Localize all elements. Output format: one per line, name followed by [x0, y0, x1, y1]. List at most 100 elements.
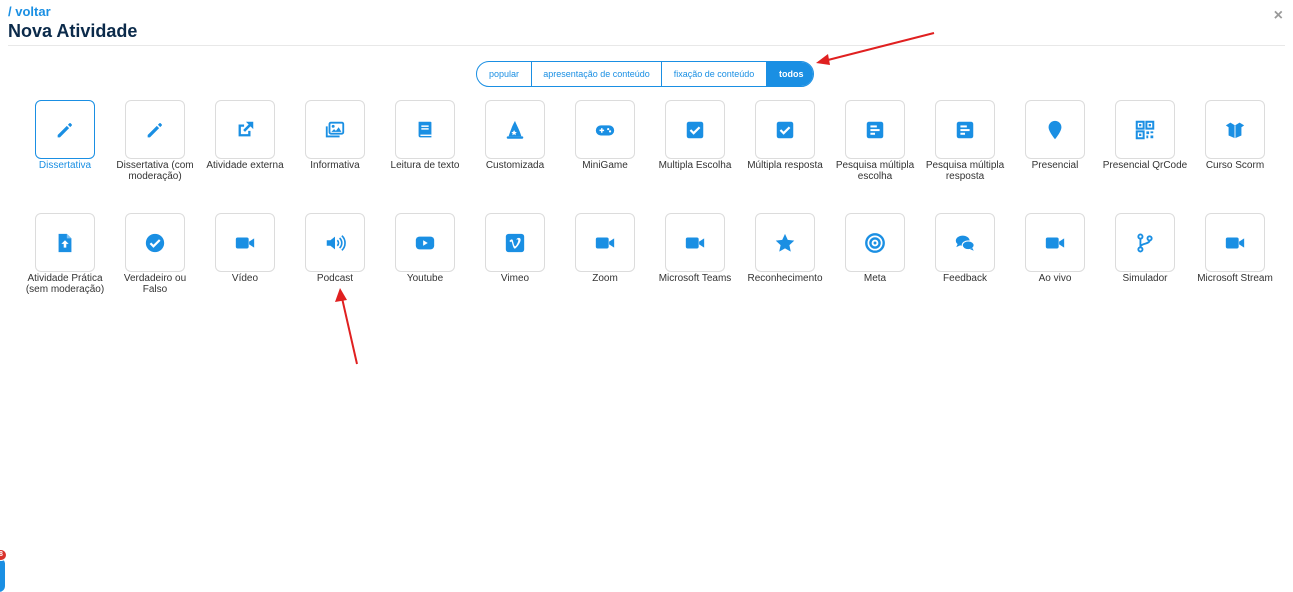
- activity-label: Pesquisa múltipla resposta: [925, 160, 1005, 182]
- youtube-icon: [414, 232, 436, 254]
- activity-dissertativa[interactable]: Dissertativa: [20, 100, 110, 213]
- activity-tile[interactable]: [125, 213, 185, 272]
- activity-tile[interactable]: [305, 100, 365, 159]
- activity-youtube[interactable]: Youtube: [380, 213, 470, 326]
- activity-tile[interactable]: [395, 213, 455, 272]
- activity-tile[interactable]: [755, 100, 815, 159]
- activity-tile[interactable]: [215, 100, 275, 159]
- vimeo-icon: [504, 232, 526, 254]
- activity-tile[interactable]: [1025, 213, 1085, 272]
- activity-verdadeiro-ou-falso[interactable]: Verdadeiro ou Falso: [110, 213, 200, 326]
- video-icon: [234, 232, 256, 254]
- activity-row: Dissertativa Dissertativa (com moderação)…: [20, 100, 1280, 213]
- activity-tile[interactable]: [485, 100, 545, 159]
- activity-label: Pesquisa múltipla escolha: [835, 160, 915, 182]
- activity-label: Customizada: [485, 160, 545, 171]
- side-tab[interactable]: [0, 558, 5, 592]
- star-icon: [774, 232, 796, 254]
- activity-dissertativa-com-moderacao[interactable]: Dissertativa (com moderação): [110, 100, 200, 213]
- header: / voltar Nova Atividade: [8, 5, 137, 42]
- activity-presencial-qrcode[interactable]: Presencial QrCode: [1100, 100, 1190, 213]
- activity-tile[interactable]: [755, 213, 815, 272]
- activity-tile[interactable]: [35, 100, 95, 159]
- activity-minigame[interactable]: MiniGame: [560, 100, 650, 213]
- back-link[interactable]: / voltar: [8, 5, 137, 19]
- activity-label: Youtube: [406, 273, 444, 284]
- check-square-icon: [774, 119, 796, 141]
- activity-atividade-externa[interactable]: Atividade externa: [200, 100, 290, 213]
- activity-tile[interactable]: [1205, 100, 1265, 159]
- activity-presencial[interactable]: Presencial: [1010, 100, 1100, 213]
- activity-tile[interactable]: [395, 100, 455, 159]
- activity-meta[interactable]: Meta: [830, 213, 920, 326]
- activity-tile[interactable]: [845, 100, 905, 159]
- activity-curso-scorm[interactable]: Curso Scorm: [1190, 100, 1280, 213]
- activity-label: Microsoft Teams: [658, 273, 732, 284]
- activity-tile[interactable]: [935, 100, 995, 159]
- activity-tile[interactable]: [575, 100, 635, 159]
- tab-popular[interactable]: popular: [477, 62, 532, 86]
- activity-tile[interactable]: [665, 100, 725, 159]
- activity-tile[interactable]: [1115, 100, 1175, 159]
- code-branch-icon: [1134, 232, 1156, 254]
- activity-tile[interactable]: [215, 213, 275, 272]
- annotation-arrow-tabs: [816, 32, 935, 65]
- tab-todos[interactable]: todos: [767, 62, 813, 86]
- activity-label: Reconhecimento: [747, 273, 823, 284]
- activity-label: Dissertativa: [38, 160, 92, 171]
- map-marker-icon: [1044, 119, 1066, 141]
- activity-tile[interactable]: [665, 213, 725, 272]
- activity-tile[interactable]: [1025, 100, 1085, 159]
- activity-label: Presencial: [1031, 160, 1079, 171]
- header-divider: [8, 45, 1285, 46]
- activity-tile[interactable]: [125, 100, 185, 159]
- activity-reconhecimento[interactable]: Reconhecimento: [740, 213, 830, 326]
- activity-label: Curso Scorm: [1205, 160, 1265, 171]
- check-circle-icon: [144, 232, 166, 254]
- activity-label: Informativa: [310, 160, 360, 171]
- activity-leitura-de-texto[interactable]: Leitura de texto: [380, 100, 470, 213]
- activity-tile[interactable]: [935, 213, 995, 272]
- gamepad-icon: [594, 119, 616, 141]
- activity-tile[interactable]: [305, 213, 365, 272]
- activity-multipla-resposta[interactable]: Múltipla resposta: [740, 100, 830, 213]
- poll-icon: [954, 119, 976, 141]
- notification-badge: 8: [0, 549, 7, 561]
- activity-tile[interactable]: [575, 213, 635, 272]
- activity-zoom[interactable]: Zoom: [560, 213, 650, 326]
- activity-multipla-escolha[interactable]: Multipla Escolha: [650, 100, 740, 213]
- activity-ao-vivo[interactable]: Ao vivo: [1010, 213, 1100, 326]
- activity-tile[interactable]: [1205, 213, 1265, 272]
- activity-tile[interactable]: [35, 213, 95, 272]
- activity-label: Dissertativa (com moderação): [116, 160, 194, 182]
- volume-icon: [324, 232, 346, 254]
- activity-label: Múltipla resposta: [747, 160, 823, 171]
- activity-label: Presencial QrCode: [1102, 160, 1188, 171]
- activity-feedback[interactable]: Feedback: [920, 213, 1010, 326]
- activity-podcast[interactable]: Podcast: [290, 213, 380, 326]
- box-open-icon: [1224, 119, 1246, 141]
- activity-tile[interactable]: [1115, 213, 1175, 272]
- pencil-icon: [144, 119, 166, 141]
- activity-vimeo[interactable]: Vimeo: [470, 213, 560, 326]
- tab-fixacao[interactable]: fixação de conteúdo: [662, 62, 767, 86]
- images-icon: [324, 119, 346, 141]
- activity-simulador[interactable]: Simulador: [1100, 213, 1190, 326]
- activity-pesquisa-multipla-escolha[interactable]: Pesquisa múltipla escolha: [830, 100, 920, 213]
- activity-video[interactable]: Vídeo: [200, 213, 290, 326]
- tab-apresentacao[interactable]: apresentação de conteúdo: [532, 62, 662, 86]
- bullseye-icon: [864, 232, 886, 254]
- video-icon: [684, 232, 706, 254]
- wizard-hat-icon: [504, 119, 526, 141]
- activity-atividade-pratica-sem-moderacao[interactable]: Atividade Prática (sem moderação): [20, 213, 110, 326]
- activity-microsoft-teams[interactable]: Microsoft Teams: [650, 213, 740, 326]
- activity-microsoft-stream[interactable]: Microsoft Stream: [1190, 213, 1280, 326]
- activity-row: Atividade Prática (sem moderação) Verdade…: [20, 213, 1280, 326]
- activity-informativa[interactable]: Informativa: [290, 100, 380, 213]
- activity-pesquisa-multipla-resposta[interactable]: Pesquisa múltipla resposta: [920, 100, 1010, 213]
- activity-tile[interactable]: [485, 213, 545, 272]
- close-icon[interactable]: ×: [1274, 8, 1283, 24]
- activity-label: Meta: [863, 273, 887, 284]
- activity-tile[interactable]: [845, 213, 905, 272]
- activity-customizada[interactable]: Customizada: [470, 100, 560, 213]
